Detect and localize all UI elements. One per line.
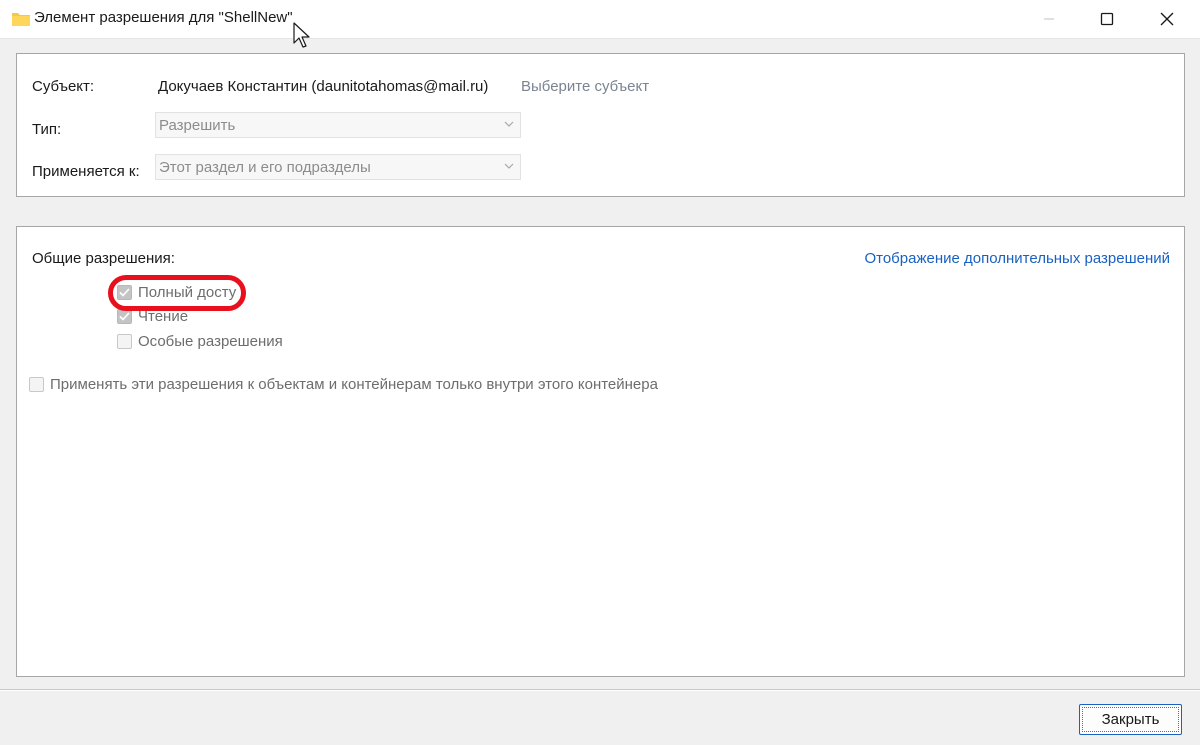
permission-label: Особые разрешения (138, 333, 283, 350)
minimize-icon (1044, 18, 1054, 20)
checkbox[interactable] (29, 377, 44, 392)
type-label: Тип: (32, 121, 62, 138)
subject-label: Субъект: (32, 78, 95, 95)
check-icon (119, 312, 130, 321)
window-title: Элемент разрешения для "ShellNew" (34, 9, 293, 26)
permissions-heading: Общие разрешения: (32, 250, 175, 267)
applies-to-select-value: Этот раздел и его подразделы (159, 159, 371, 176)
applies-to-label: Применяется к: (32, 163, 140, 180)
red-highlight-annotation (108, 275, 246, 311)
title-bar: Элемент разрешения для "ShellNew" (0, 0, 1200, 39)
close-window-button[interactable] (1138, 0, 1196, 38)
type-select-value: Разрешить (159, 117, 236, 134)
close-button-label: Закрыть (1101, 711, 1160, 728)
apply-inside-container-option[interactable]: Применять эти разрешения к объектам и ко… (29, 376, 658, 393)
subject-panel: Субъект: Докучаев Константин (daunitotah… (16, 53, 1185, 197)
maximize-button[interactable] (1078, 0, 1136, 38)
mouse-cursor-icon (293, 22, 310, 48)
apply-inside-container-label: Применять эти разрешения к объектам и ко… (50, 376, 658, 393)
chevron-down-icon (504, 163, 514, 169)
close-button[interactable]: Закрыть (1079, 704, 1182, 735)
folder-icon (12, 13, 30, 26)
show-advanced-permissions-link[interactable]: Отображение дополнительных разрешений (864, 250, 1170, 267)
chevron-down-icon (504, 121, 514, 127)
footer-divider-highlight (0, 690, 1200, 691)
permission-special[interactable]: Особые разрешения (117, 333, 283, 350)
select-subject-link[interactable]: Выберите субъект (521, 78, 649, 95)
applies-to-select[interactable]: Этот раздел и его подразделы (155, 154, 521, 180)
type-select[interactable]: Разрешить (155, 112, 521, 138)
checkbox[interactable] (117, 309, 132, 324)
minimize-button[interactable] (1020, 0, 1078, 38)
checkbox[interactable] (117, 334, 132, 349)
close-icon (1160, 12, 1174, 26)
maximize-icon (1100, 12, 1114, 26)
permissions-panel: Общие разрешения: Отображение дополнител… (16, 226, 1185, 677)
subject-value: Докучаев Константин (daunitotahomas@mail… (158, 78, 489, 95)
